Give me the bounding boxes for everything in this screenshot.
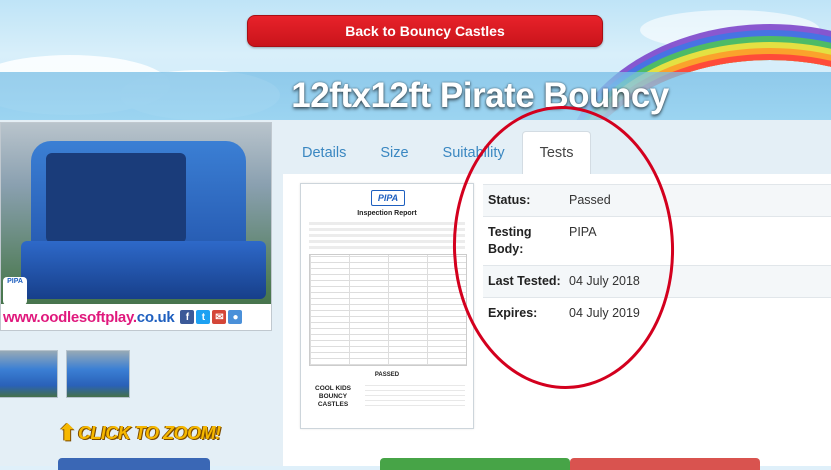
click-to-zoom-label: CLICK TO ZOOM! xyxy=(77,422,221,443)
table-row: Expires: 04 July 2019 xyxy=(483,297,831,329)
email-icon: ✉ xyxy=(212,310,227,324)
facebook-icon: f xyxy=(180,310,195,324)
certificate-heading: Inspection Report xyxy=(357,210,417,217)
product-thumbnail-2[interactable] xyxy=(66,350,130,398)
site-url-watermark: www.oodlesoftplay.co.uk xyxy=(3,308,175,326)
page-title: 12ftx12ft Pirate Bouncy xyxy=(291,76,669,115)
certificate-brand: COOL KIDS BOUNCY CASTLES xyxy=(315,385,351,408)
test-info-table: Status: Passed Testing Body: PIPA Last T… xyxy=(483,184,831,329)
certificate-test-grid xyxy=(309,254,467,366)
photo-watermark-strip: www.oodlesoftplay.co.uk f t ✉ ● xyxy=(1,304,271,330)
status-value: Passed xyxy=(569,193,611,207)
testing-body-label: Testing Body: xyxy=(488,225,532,256)
pipa-logo: PIPA xyxy=(371,190,405,206)
certificate-signature-area xyxy=(365,385,465,407)
tab-details[interactable]: Details xyxy=(285,132,363,174)
product-main-photo[interactable]: PIPA www.oodlesoftplay.co.uk f t ✉ ● xyxy=(0,122,272,331)
last-tested-label: Last Tested: xyxy=(488,274,561,288)
product-tabs: Details Size Suitability Tests xyxy=(285,131,592,174)
tab-size[interactable]: Size xyxy=(363,132,425,174)
table-row: Status: Passed xyxy=(483,184,831,216)
table-row: Testing Body: PIPA xyxy=(483,216,831,265)
testing-body-value: PIPA xyxy=(569,225,597,239)
castle-inner-image xyxy=(46,153,186,243)
last-tested-value: 04 July 2018 xyxy=(569,274,640,288)
twitter-icon: t xyxy=(196,310,211,324)
product-thumbnail-1[interactable] xyxy=(0,350,58,398)
social-icons: f t ✉ ● xyxy=(180,310,243,324)
up-arrow-icon: ⬆ xyxy=(58,420,76,445)
click-to-zoom-button[interactable]: ⬆ CLICK TO ZOOM! xyxy=(58,420,221,446)
cloud-shape xyxy=(640,10,820,50)
tab-suitability[interactable]: Suitability xyxy=(426,132,522,174)
table-row: Last Tested: 04 July 2018 xyxy=(483,265,831,297)
inspection-certificate-image[interactable]: PIPA Inspection Report PASSED COOL KIDS … xyxy=(300,183,474,429)
castle-floor-image xyxy=(21,241,266,299)
back-to-bouncy-castles-button[interactable]: Back to Bouncy Castles xyxy=(247,15,603,47)
bottom-red-button[interactable] xyxy=(570,458,760,470)
certificate-details xyxy=(309,222,465,252)
status-label: Status: xyxy=(488,193,531,207)
certificate-result: PASSED xyxy=(374,372,400,378)
tab-tests[interactable]: Tests xyxy=(521,131,592,174)
bottom-blue-button[interactable] xyxy=(58,458,210,470)
globe-icon: ● xyxy=(228,310,243,324)
bottom-green-button[interactable] xyxy=(380,458,570,470)
expires-value: 04 July 2019 xyxy=(569,306,640,320)
expires-label: Expires: xyxy=(488,306,538,320)
pipa-tested-badge: PIPA xyxy=(3,277,27,305)
